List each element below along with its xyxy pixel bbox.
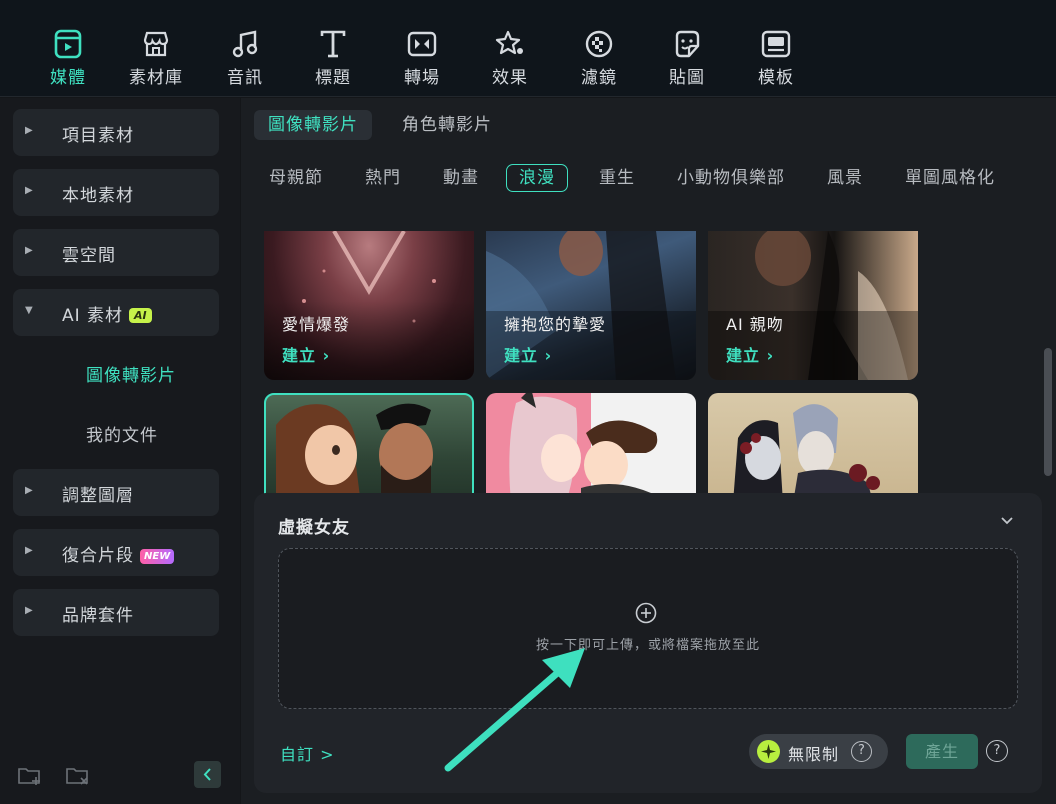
caret-right-icon: ▶ bbox=[25, 485, 33, 496]
template-icon bbox=[761, 30, 791, 58]
card-thumbnail bbox=[276, 403, 433, 501]
filter-icon bbox=[585, 30, 613, 58]
sidebar-subitem-my-files[interactable]: 我的文件 bbox=[86, 421, 158, 446]
sidebar-item-compound-clip[interactable]: ▶ 復合片段 NEW bbox=[13, 529, 219, 576]
caret-right-icon: ▶ bbox=[25, 185, 33, 196]
unlimited-credits-pill[interactable]: 無限制 ? bbox=[749, 734, 888, 769]
category-animation[interactable]: 動畫 bbox=[443, 165, 479, 193]
toolbar-label: 貼圖 bbox=[669, 68, 705, 88]
toolbar-label: 轉場 bbox=[404, 68, 440, 88]
sidebar-item-label: AI 素材 AI bbox=[62, 301, 152, 326]
caret-right-icon: ▶ bbox=[25, 125, 33, 136]
category-single-image-stylize[interactable]: 單圖風格化 bbox=[905, 165, 995, 193]
create-link[interactable]: 建立 › bbox=[282, 342, 330, 366]
upload-hint: 按一下即可上傳，或將檔案拖放至此 bbox=[535, 638, 760, 653]
sidebar-item-adjustment-layer[interactable]: ▶ 調整圖層 bbox=[13, 469, 219, 516]
sidebar-item-cloud[interactable]: ▶ 雲空間 bbox=[13, 229, 219, 276]
upload-dropzone[interactable] bbox=[278, 548, 1018, 709]
sidebar-item-text: AI 素材 bbox=[62, 306, 124, 326]
category-popular[interactable]: 熱門 bbox=[365, 165, 401, 193]
sticker-icon bbox=[675, 30, 700, 58]
toolbar-label: 濾鏡 bbox=[581, 68, 617, 88]
caret-right-icon: ▶ bbox=[25, 605, 33, 616]
sidebar-item-label: 調整圖層 bbox=[62, 486, 134, 506]
chevron-left-icon bbox=[203, 768, 211, 781]
help-icon[interactable]: ? bbox=[851, 741, 872, 762]
ai-badge: AI bbox=[129, 308, 152, 323]
toolbar-label: 音訊 bbox=[227, 68, 263, 88]
category-mothers-day[interactable]: 母親節 bbox=[269, 165, 323, 193]
category-pet-club[interactable]: 小動物俱樂部 bbox=[677, 165, 785, 193]
template-card-love-burst[interactable]: 愛情爆發 建立 › bbox=[264, 231, 474, 380]
toolbar-store[interactable]: 素材庫 bbox=[116, 28, 196, 88]
sidebar-item-brand-kit[interactable]: ▶ 品牌套件 bbox=[13, 589, 219, 636]
annotation-arrow-icon bbox=[444, 648, 585, 772]
toolbar-audio[interactable]: 音訊 bbox=[205, 28, 285, 88]
create-link[interactable]: 建立 › bbox=[504, 342, 552, 366]
text-t-icon bbox=[320, 30, 346, 58]
template-card-ai-kiss[interactable]: AI 親吻 建立 › bbox=[708, 231, 918, 380]
tab-character-to-video[interactable]: 角色轉影片 bbox=[388, 110, 506, 140]
music-note-icon bbox=[232, 30, 258, 58]
card-title: 擁抱您的摯愛 bbox=[504, 315, 607, 334]
toolbar-stickers[interactable]: 貼圖 bbox=[647, 28, 727, 88]
template-card-embrace-loved-one[interactable]: 擁抱您的摯愛 建立 › bbox=[486, 231, 696, 380]
add-circle-icon bbox=[635, 602, 657, 624]
chevron-down-icon[interactable] bbox=[999, 513, 1015, 529]
sidebar-subitem-image-to-video[interactable]: 圖像轉影片 bbox=[86, 361, 176, 386]
toolbar-templates[interactable]: 模板 bbox=[736, 28, 816, 88]
unlimited-label: 無限制 bbox=[788, 745, 840, 764]
sparkle-icon bbox=[757, 740, 780, 763]
sidebar-item-text: 復合片段 bbox=[62, 546, 134, 566]
collapse-sidebar-button[interactable] bbox=[194, 761, 221, 788]
category-rebirth[interactable]: 重生 bbox=[599, 165, 635, 193]
sidebar-item-label: 本地素材 bbox=[62, 186, 134, 206]
sidebar-item-label: 品牌套件 bbox=[62, 606, 134, 626]
card-thumbnail bbox=[509, 393, 658, 503]
category-scenery[interactable]: 風景 bbox=[827, 165, 863, 193]
panel-title: 虛擬女友 bbox=[278, 518, 350, 538]
sidebar-item-ai-media[interactable]: ▼ AI 素材 AI bbox=[13, 289, 219, 336]
custom-link[interactable]: 自訂 > bbox=[280, 741, 335, 765]
generate-button[interactable]: 產生 bbox=[906, 734, 978, 769]
transition-icon bbox=[407, 31, 437, 57]
toolbar-media[interactable]: 媒體 bbox=[28, 28, 108, 88]
template-card-anime-kiss[interactable] bbox=[486, 393, 696, 503]
sparkle-icon-glyph bbox=[761, 744, 776, 759]
card-title: 愛情爆發 bbox=[282, 315, 351, 334]
tab-image-to-video[interactable]: 圖像轉影片 bbox=[254, 110, 372, 140]
category-romance[interactable]: 浪漫 bbox=[506, 164, 568, 192]
help-icon[interactable]: ? bbox=[986, 740, 1008, 762]
card-thumbnail bbox=[733, 404, 880, 503]
toolbar-label: 模板 bbox=[758, 68, 794, 88]
toolbar-label: 媒體 bbox=[50, 68, 86, 88]
toolbar-filters[interactable]: 濾鏡 bbox=[559, 28, 639, 88]
template-card-gothic-couple[interactable] bbox=[708, 393, 918, 503]
new-folder-icon[interactable] bbox=[17, 765, 43, 787]
scrollbar[interactable] bbox=[1044, 348, 1052, 476]
sidebar-item-project-media[interactable]: ▶ 項目素材 bbox=[13, 109, 219, 156]
card-title: AI 親吻 bbox=[726, 315, 784, 334]
effects-star-icon bbox=[495, 30, 523, 55]
template-card-virtual-girlfriend[interactable] bbox=[264, 393, 474, 503]
caret-right-icon: ▶ bbox=[25, 245, 33, 256]
caret-down-icon: ▼ bbox=[25, 305, 33, 316]
caret-right-icon: ▶ bbox=[25, 545, 33, 556]
toolbar-label: 素材庫 bbox=[129, 68, 183, 88]
top-toolbar: 媒體 素材庫 音訊 標題 轉場 效果 濾鏡 貼圖 模板 bbox=[0, 0, 1056, 97]
create-link[interactable]: 建立 › bbox=[726, 342, 774, 366]
toolbar-effects[interactable]: 效果 bbox=[470, 28, 550, 88]
sidebar-item-label: 復合片段 NEW bbox=[62, 541, 175, 566]
sidebar-item-local-media[interactable]: ▶ 本地素材 bbox=[13, 169, 219, 216]
toolbar-label: 效果 bbox=[492, 68, 528, 88]
toolbar-titles[interactable]: 標題 bbox=[293, 28, 373, 88]
toolbar-transitions[interactable]: 轉場 bbox=[382, 28, 462, 88]
new-badge: NEW bbox=[140, 549, 175, 564]
store-icon bbox=[143, 31, 169, 57]
toolbar-label: 標題 bbox=[315, 68, 351, 88]
media-icon bbox=[54, 29, 82, 59]
sidebar-item-label: 項目素材 bbox=[62, 126, 134, 146]
delete-folder-icon[interactable] bbox=[65, 765, 91, 787]
sidebar-item-label: 雲空間 bbox=[62, 246, 116, 266]
